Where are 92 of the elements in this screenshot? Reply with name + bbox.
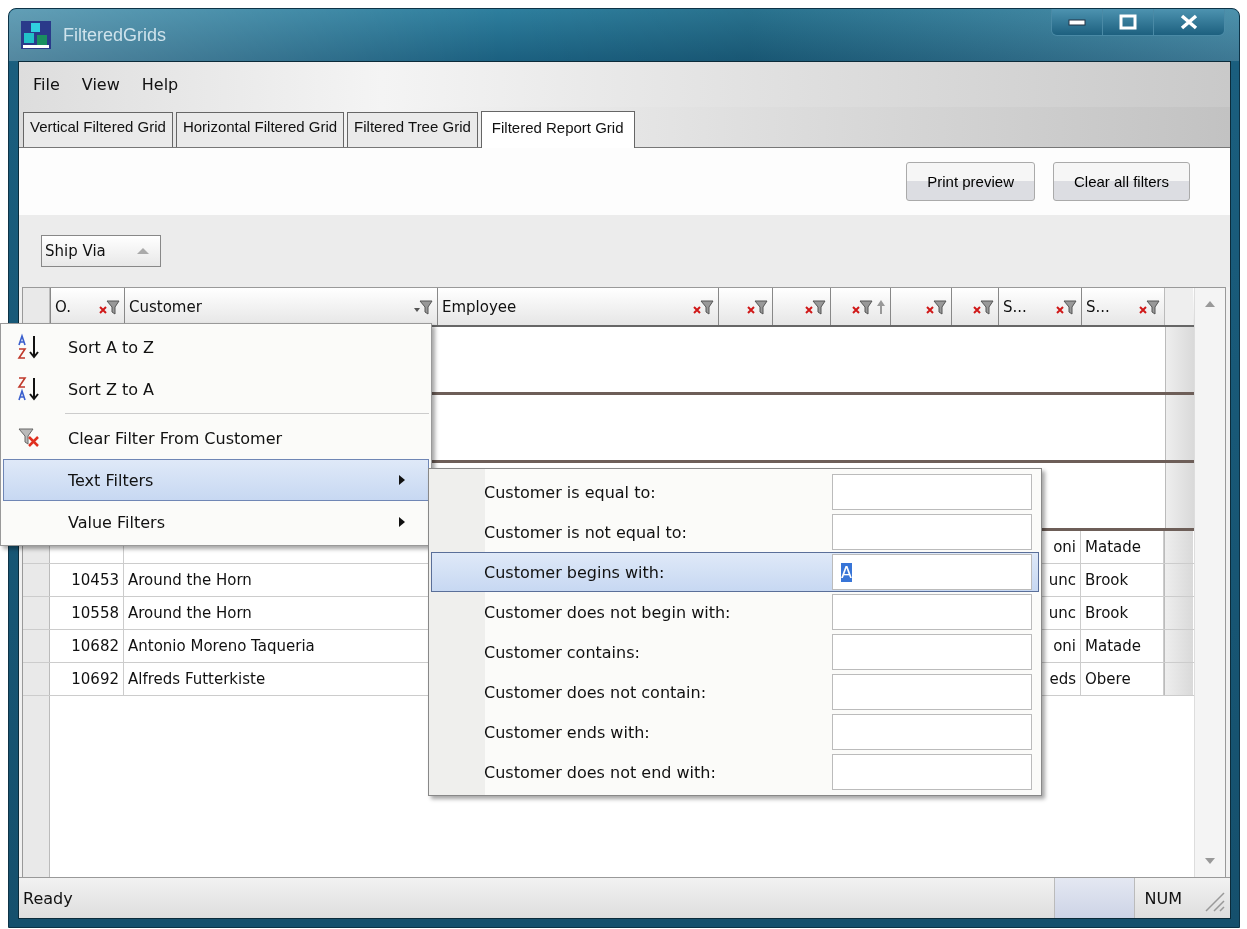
table-cell: Around the Horn — [128, 571, 252, 589]
table-cell: Brook — [1085, 604, 1129, 622]
row-header[interactable] — [23, 630, 50, 662]
row-button[interactable] — [1165, 463, 1194, 528]
filter-clear-icon[interactable] — [925, 298, 947, 315]
menu-item[interactable]: File — [33, 75, 60, 94]
tab[interactable]: Filtered Report Grid — [480, 111, 635, 148]
tab[interactable]: Horizontal Filtered Grid — [175, 112, 345, 147]
row-button[interactable] — [1165, 395, 1194, 460]
submenu-arrow-icon — [398, 516, 406, 528]
filter-option[interactable]: Customer does not contain: — [431, 672, 1039, 712]
row-button[interactable] — [1164, 564, 1193, 596]
input-field[interactable]: A — [832, 554, 1032, 590]
toolbar-button[interactable]: Clear all filters — [1052, 162, 1190, 201]
filter-clear-icon[interactable] — [1138, 298, 1160, 315]
filter-clear-icon[interactable] — [692, 298, 714, 315]
filter-option[interactable]: Customer does not begin with: — [431, 592, 1039, 632]
table-cell: Matade — [1085, 637, 1141, 655]
input-field[interactable] — [832, 634, 1032, 670]
input-field[interactable] — [832, 514, 1032, 550]
close-icon — [1180, 14, 1198, 30]
window-title: FilteredGrids — [63, 24, 168, 46]
filter-clear-icon[interactable] — [98, 298, 120, 315]
table-cell: 10453 — [71, 571, 119, 589]
menu-item[interactable]: Help — [141, 75, 179, 94]
status-indicator: NUM — [1133, 878, 1192, 918]
table-cell: unc — [1048, 604, 1076, 622]
row-button[interactable] — [1164, 531, 1193, 563]
sort-ascending-icon — [135, 247, 150, 255]
filter-option[interactable]: Customer begins with: A — [431, 552, 1039, 592]
row-header[interactable] — [23, 564, 50, 596]
menu-item[interactable]: View — [81, 75, 120, 94]
input-field[interactable] — [832, 714, 1032, 750]
table-cell: 10682 — [71, 637, 119, 655]
row-button[interactable] — [1165, 327, 1194, 392]
status-message: Ready — [22, 888, 74, 908]
filter-option[interactable]: Customer is equal to: — [431, 472, 1039, 512]
filter-clear-icon[interactable] — [746, 298, 768, 315]
column-header[interactable]: S... — [998, 288, 1081, 325]
table-cell: Around the Horn — [128, 604, 252, 622]
filter-clear-icon — [17, 427, 41, 449]
table-cell: oni — [1053, 538, 1076, 556]
sort-descending-icon — [16, 375, 42, 403]
filter-clear-icon[interactable] — [851, 298, 873, 315]
minimize-button[interactable] — [1052, 9, 1102, 35]
row-header[interactable] — [23, 597, 50, 629]
filter-option[interactable]: Customer does not end with: — [431, 752, 1039, 792]
table-cell: oni — [1053, 637, 1076, 655]
input-field[interactable] — [832, 474, 1032, 510]
table-cell: 10558 — [71, 604, 119, 622]
scroll-up-icon[interactable] — [1204, 300, 1216, 308]
column-header[interactable]: Employee — [437, 288, 718, 325]
tab[interactable]: Vertical Filtered Grid — [23, 112, 173, 147]
menu-item[interactable]: Clear Filter From Customer — [3, 417, 429, 459]
menu-item[interactable]: Sort A to Z — [3, 326, 429, 368]
filter-clear-icon[interactable] — [1055, 298, 1077, 315]
table-cell: 10692 — [71, 670, 119, 688]
group-by-chip[interactable]: Ship Via — [41, 235, 161, 267]
maximize-icon — [1119, 14, 1137, 30]
filter-dropdown-icon[interactable] — [411, 298, 433, 315]
app-icon — [19, 19, 53, 51]
table-cell: Obere — [1085, 670, 1131, 688]
maximize-button[interactable] — [1102, 9, 1153, 35]
filter-clear-icon[interactable] — [972, 298, 994, 315]
filter-option[interactable]: Customer is not equal to: — [431, 512, 1039, 552]
input-field[interactable] — [832, 674, 1032, 710]
menu-item[interactable]: Value Filters — [3, 501, 429, 543]
table-cell: unc — [1048, 571, 1076, 589]
row-button[interactable] — [1164, 630, 1193, 662]
table-cell: Alfreds Futterkiste — [128, 670, 266, 688]
submenu-arrow-icon — [398, 474, 406, 486]
input-field[interactable] — [832, 594, 1032, 630]
filter-clear-icon[interactable] — [804, 298, 826, 315]
vertical-scrollbar[interactable] — [1194, 288, 1225, 877]
row-header[interactable] — [23, 663, 50, 695]
tab[interactable]: Filtered Tree Grid — [347, 112, 478, 147]
menu-item[interactable]: Sort Z to A — [3, 368, 429, 410]
minimize-icon — [1068, 18, 1086, 26]
toolbar-button[interactable]: Print preview — [906, 162, 1035, 201]
row-button[interactable] — [1164, 663, 1193, 695]
close-button[interactable] — [1153, 9, 1224, 35]
sort-ascending-icon — [16, 333, 42, 361]
table-cell: Antonio Moreno Taqueria — [128, 637, 315, 655]
filter-option[interactable]: Customer contains: — [431, 632, 1039, 672]
filter-option[interactable]: Customer ends with: — [431, 712, 1039, 752]
table-cell: Brook — [1085, 571, 1129, 589]
table-cell: Matade — [1085, 538, 1141, 556]
row-button[interactable] — [1164, 597, 1193, 629]
input-field[interactable] — [832, 754, 1032, 790]
scroll-down-icon[interactable] — [1204, 857, 1216, 865]
menu-item[interactable]: Text Filters — [3, 459, 429, 501]
table-cell: eds — [1049, 670, 1076, 688]
